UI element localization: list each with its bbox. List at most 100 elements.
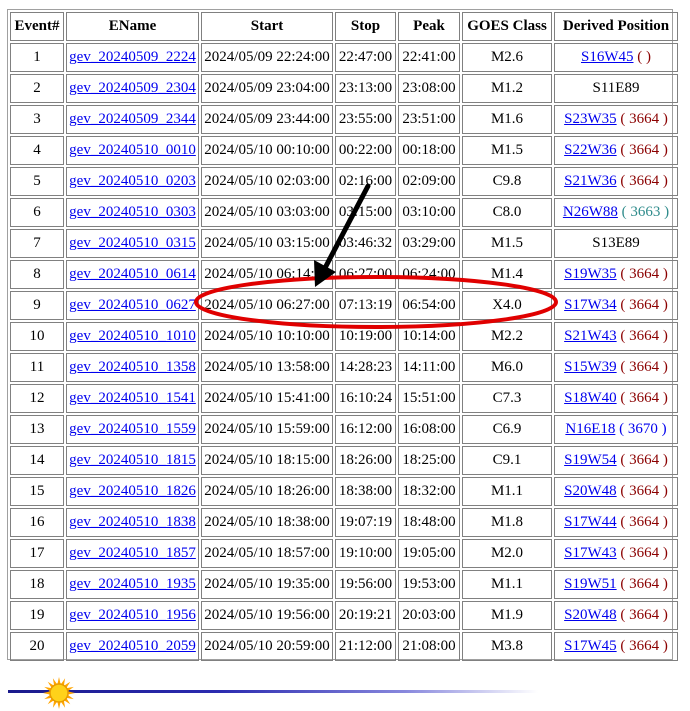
derived-position-cell: S19W54 ( 3664 ) [554, 446, 678, 475]
event-name-link[interactable]: gev_20240510_1838 [69, 514, 196, 530]
ename-cell: gev_20240510_0614 [66, 260, 199, 289]
event-number-cell: 18 [10, 570, 64, 599]
position-link[interactable]: S17W34 [564, 297, 617, 313]
active-region-label: ( 3664 ) [620, 390, 668, 406]
derived-position-cell: S17W45 ( 3664 ) [554, 632, 678, 661]
position-link[interactable]: S17W44 [564, 514, 617, 530]
ename-cell: gev_20240510_1826 [66, 477, 199, 506]
event-name-link[interactable]: gev_20240510_0614 [69, 266, 196, 282]
ename-cell: gev_20240510_0203 [66, 167, 199, 196]
header-peak: Peak [398, 12, 460, 41]
position-link[interactable]: S19W54 [564, 452, 617, 468]
position-link[interactable]: S19W35 [564, 266, 617, 282]
table-row: 4 gev_20240510_0010 2024/05/10 00:10:00 00:… [10, 136, 678, 165]
position-link[interactable]: S17W45 [564, 638, 617, 654]
active-region-label: ( ) [637, 49, 651, 65]
position-link[interactable]: N26W88 [563, 204, 618, 220]
position-link[interactable]: S17W43 [564, 545, 617, 561]
position-link[interactable]: S19W51 [564, 576, 617, 592]
event-number-cell: 14 [10, 446, 64, 475]
goes-class-cell: M1.8 [462, 508, 552, 537]
stop-cell: 10:19:00 [335, 322, 396, 351]
stop-cell: 06:27:00 [335, 260, 396, 289]
event-number-cell: 10 [10, 322, 64, 351]
active-region-label: ( 3664 ) [620, 297, 668, 313]
active-region-label: ( 3664 ) [620, 452, 668, 468]
position-link[interactable]: N16E18 [565, 421, 615, 437]
start-cell: 2024/05/10 06:14:00 [201, 260, 333, 289]
table-row: 17 gev_20240510_1857 2024/05/10 18:57:00 19… [10, 539, 678, 568]
position-link[interactable]: S16W45 [581, 49, 634, 65]
header-goes-class: GOES Class [462, 12, 552, 41]
start-cell: 2024/05/10 15:59:00 [201, 415, 333, 444]
event-name-link[interactable]: gev_20240509_2344 [69, 111, 196, 127]
ename-cell: gev_20240510_0303 [66, 198, 199, 227]
position-link[interactable]: S22W36 [564, 142, 617, 158]
stop-cell: 02:16:00 [335, 167, 396, 196]
event-name-link[interactable]: gev_20240510_0010 [69, 142, 196, 158]
event-name-link[interactable]: gev_20240510_0203 [69, 173, 196, 189]
start-cell: 2024/05/10 02:03:00 [201, 167, 333, 196]
event-name-link[interactable]: gev_20240510_0303 [69, 204, 196, 220]
position-link[interactable]: S21W43 [564, 328, 617, 344]
active-region-label: ( 3664 ) [620, 545, 668, 561]
start-cell: 2024/05/09 23:44:00 [201, 105, 333, 134]
event-name-link[interactable]: gev_20240510_1956 [69, 607, 196, 623]
table-row: 10 gev_20240510_1010 2024/05/10 10:10:00 10… [10, 322, 678, 351]
peak-cell: 18:32:00 [398, 477, 460, 506]
derived-position-cell: S23W35 ( 3664 ) [554, 105, 678, 134]
ename-cell: gev_20240509_2224 [66, 43, 199, 72]
table-row: 3 gev_20240509_2344 2024/05/09 23:44:00 23:… [10, 105, 678, 134]
event-name-link[interactable]: gev_20240509_2304 [69, 80, 196, 96]
event-name-link[interactable]: gev_20240510_1010 [69, 328, 196, 344]
position-link[interactable]: S15W39 [564, 359, 617, 375]
stop-cell: 19:56:00 [335, 570, 396, 599]
position-link[interactable]: S23W35 [564, 111, 617, 127]
position-link[interactable]: S18W40 [564, 390, 617, 406]
event-name-link[interactable]: gev_20240510_0627 [69, 297, 196, 313]
event-name-link[interactable]: gev_20240510_2059 [69, 638, 196, 654]
event-name-link[interactable]: gev_20240509_2224 [69, 49, 196, 65]
header-start: Start [201, 12, 333, 41]
derived-position-cell: S20W48 ( 3664 ) [554, 477, 678, 506]
event-number-cell: 4 [10, 136, 64, 165]
ename-cell: gev_20240510_1010 [66, 322, 199, 351]
start-cell: 2024/05/10 18:57:00 [201, 539, 333, 568]
goes-class-cell: M2.2 [462, 322, 552, 351]
stop-cell: 14:28:23 [335, 353, 396, 382]
position-text: S11E89 [592, 80, 640, 96]
event-name-link[interactable]: gev_20240510_1857 [69, 545, 196, 561]
table-row: 9 gev_20240510_0627 2024/05/10 06:27:00 07:… [10, 291, 678, 320]
start-cell: 2024/05/09 22:24:00 [201, 43, 333, 72]
event-name-link[interactable]: gev_20240510_1358 [69, 359, 196, 375]
ename-cell: gev_20240510_1358 [66, 353, 199, 382]
goes-class-cell: M1.5 [462, 229, 552, 258]
event-number-cell: 19 [10, 601, 64, 630]
start-cell: 2024/05/10 06:27:00 [201, 291, 333, 320]
stop-cell: 19:10:00 [335, 539, 396, 568]
event-name-link[interactable]: gev_20240510_1826 [69, 483, 196, 499]
active-region-label: ( 3663 ) [621, 204, 670, 220]
goes-class-cell: M6.0 [462, 353, 552, 382]
position-link[interactable]: S21W36 [564, 173, 617, 189]
event-name-link[interactable]: gev_20240510_0315 [69, 235, 196, 251]
goes-class-cell: M1.9 [462, 601, 552, 630]
start-cell: 2024/05/10 19:56:00 [201, 601, 333, 630]
position-link[interactable]: S20W48 [564, 607, 617, 623]
peak-cell: 00:18:00 [398, 136, 460, 165]
table-row: 2 gev_20240509_2304 2024/05/09 23:04:00 23:… [10, 74, 678, 103]
event-number-cell: 15 [10, 477, 64, 506]
active-region-label: ( 3664 ) [620, 328, 668, 344]
goes-class-cell: X4.0 [462, 291, 552, 320]
peak-cell: 10:14:00 [398, 322, 460, 351]
derived-position-cell: S22W36 ( 3664 ) [554, 136, 678, 165]
event-name-link[interactable]: gev_20240510_1541 [69, 390, 196, 406]
stop-cell: 23:13:00 [335, 74, 396, 103]
table-body: 1 gev_20240509_2224 2024/05/09 22:24:00 22:… [10, 43, 678, 661]
peak-cell: 21:08:00 [398, 632, 460, 661]
event-name-link[interactable]: gev_20240510_1559 [69, 421, 196, 437]
event-name-link[interactable]: gev_20240510_1815 [69, 452, 196, 468]
event-name-link[interactable]: gev_20240510_1935 [69, 576, 196, 592]
ename-cell: gev_20240509_2304 [66, 74, 199, 103]
position-link[interactable]: S20W48 [564, 483, 617, 499]
